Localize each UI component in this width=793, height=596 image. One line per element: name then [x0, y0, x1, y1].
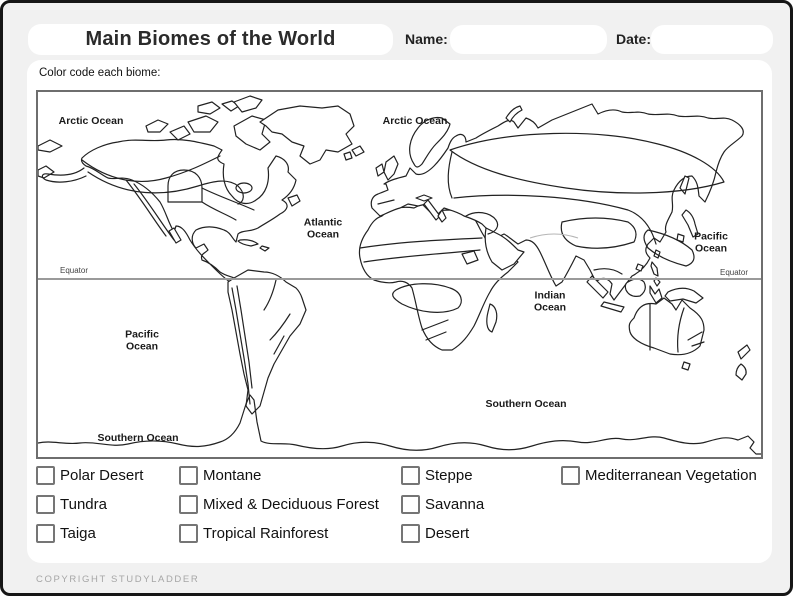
equator-label-left: Equator — [60, 266, 88, 275]
legend-item-taiga: Taiga — [36, 524, 96, 543]
checkbox-desert[interactable] — [401, 524, 420, 543]
legend-item-savanna: Savanna — [401, 495, 484, 514]
name-label: Name: — [405, 31, 448, 47]
legend-label: Desert — [425, 525, 469, 542]
checkbox-montane[interactable] — [179, 466, 198, 485]
worksheet-page: Main Biomes of the World Name: Date: Col… — [0, 0, 793, 596]
ocean-label-southern-west: Southern Ocean — [97, 433, 178, 445]
ocean-label-southern-east: Southern Ocean — [485, 399, 566, 411]
antarctica-coastline — [38, 395, 761, 454]
checkbox-taiga[interactable] — [36, 524, 55, 543]
legend-item-mediterranean-vegetation: Mediterranean Vegetation — [561, 466, 757, 485]
name-input[interactable] — [450, 25, 607, 54]
legend-label: Taiga — [60, 525, 96, 542]
checkbox-savanna[interactable] — [401, 495, 420, 514]
legend-label: Savanna — [425, 496, 484, 513]
legend-label: Tropical Rainforest — [203, 525, 328, 542]
equator-label-right: Equator — [720, 268, 748, 277]
ocean-label-indian: Indian Ocean — [523, 290, 577, 313]
ocean-label-atlantic: Atlantic Ocean — [296, 217, 350, 240]
legend-item-mixed-deciduous-forest: Mixed & Deciduous Forest — [179, 495, 379, 514]
ocean-label-arctic-west: Arctic Ocean — [59, 116, 124, 128]
legend-item-polar-desert: Polar Desert — [36, 466, 143, 485]
page-title: Main Biomes of the World — [86, 28, 336, 51]
checkbox-polar-desert[interactable] — [36, 466, 55, 485]
legend-item-steppe: Steppe — [401, 466, 473, 485]
checkbox-steppe[interactable] — [401, 466, 420, 485]
checkbox-mediterranean-vegetation[interactable] — [561, 466, 580, 485]
ocean-label-pacific-west: Pacific Ocean — [115, 329, 169, 352]
legend-item-montane: Montane — [179, 466, 261, 485]
ocean-label-arctic-east: Arctic Ocean — [383, 116, 448, 128]
map-frame: Arctic Ocean Arctic Ocean Atlantic Ocean… — [36, 90, 763, 459]
legend-label: Mixed & Deciduous Forest — [203, 496, 379, 513]
legend-label: Mediterranean Vegetation — [585, 467, 757, 484]
legend-item-desert: Desert — [401, 524, 469, 543]
checkbox-tropical-rainforest[interactable] — [179, 524, 198, 543]
legend-label: Steppe — [425, 467, 473, 484]
ocean-label-pacific-east: Pacific Ocean — [684, 231, 738, 254]
legend-item-tropical-rainforest: Tropical Rainforest — [179, 524, 328, 543]
title-box: Main Biomes of the World — [28, 24, 393, 55]
checkbox-tundra[interactable] — [36, 495, 55, 514]
date-label: Date: — [616, 31, 651, 47]
legend-label: Tundra — [60, 496, 107, 513]
legend-label: Polar Desert — [60, 467, 143, 484]
world-biomes-map[interactable] — [38, 92, 761, 457]
date-input[interactable] — [651, 25, 773, 54]
legend-item-tundra: Tundra — [36, 495, 107, 514]
checkbox-mixed-deciduous-forest[interactable] — [179, 495, 198, 514]
legend-label: Montane — [203, 467, 261, 484]
instructions-text: Color code each biome: — [39, 67, 160, 79]
copyright-text: COPYRIGHT STUDYLADDER — [36, 574, 199, 585]
